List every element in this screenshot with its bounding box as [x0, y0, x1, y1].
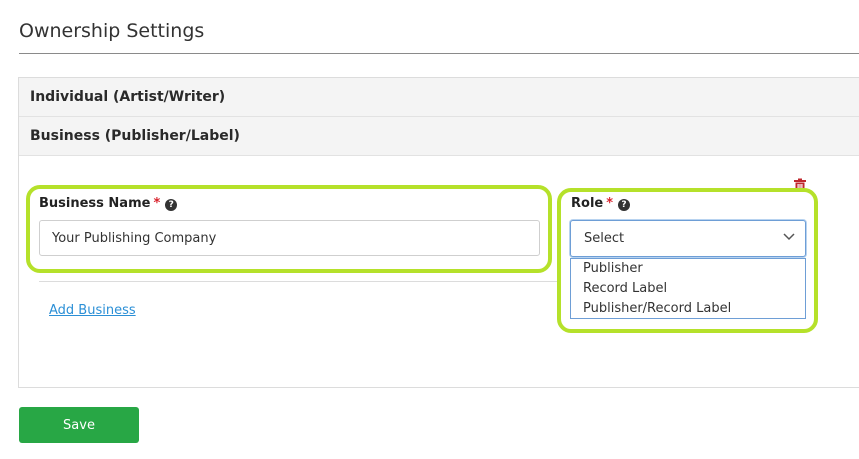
required-marker: *	[606, 196, 614, 211]
accordion-business[interactable]: Business (Publisher/Label)	[19, 117, 859, 156]
role-option-publisher-record-label[interactable]: Publisher/Record Label	[571, 299, 805, 319]
chevron-down-icon	[783, 233, 795, 241]
page-title: Ownership Settings	[19, 20, 205, 42]
question-circle-icon[interactable]: ?	[165, 199, 178, 211]
role-options-list: Publisher Record Label Publisher/Record …	[570, 258, 806, 319]
business-name-label: Business Name *?	[39, 196, 178, 211]
role-select-value: Select	[584, 231, 625, 246]
save-button[interactable]: Save	[19, 407, 139, 443]
title-divider	[19, 53, 859, 54]
role-label: Role *?	[571, 196, 631, 211]
add-business-link[interactable]: Add Business	[49, 303, 136, 318]
role-label-text: Role	[571, 196, 604, 211]
role-select[interactable]: Select	[570, 220, 806, 257]
ownership-settings-page: Ownership Settings Individual (Artist/Wr…	[0, 0, 859, 459]
business-name-label-text: Business Name	[39, 196, 151, 211]
question-circle-icon[interactable]: ?	[618, 199, 631, 211]
role-option-record-label[interactable]: Record Label	[571, 279, 805, 299]
accordion-individual[interactable]: Individual (Artist/Writer)	[19, 78, 859, 117]
business-name-input[interactable]	[39, 220, 540, 256]
required-marker: *	[153, 196, 161, 211]
trash-icon[interactable]	[793, 178, 807, 192]
role-option-publisher[interactable]: Publisher	[571, 259, 805, 279]
form-divider	[39, 281, 559, 282]
